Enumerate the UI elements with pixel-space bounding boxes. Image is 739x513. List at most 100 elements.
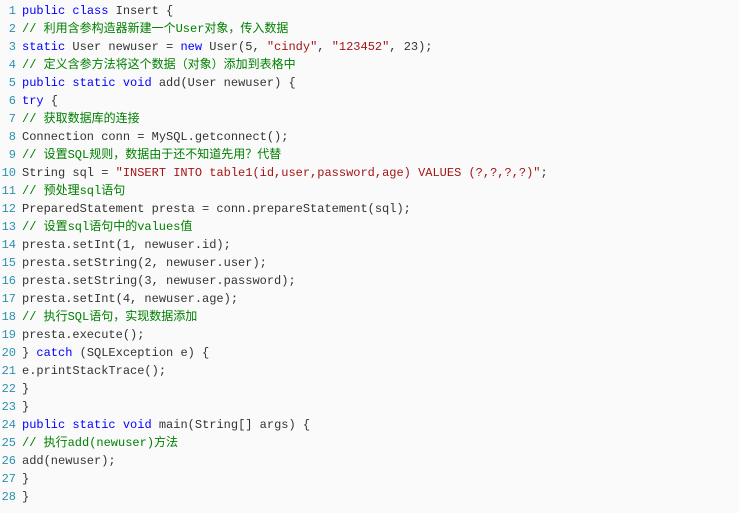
code-line: 7 // 获取数据库的连接 [0, 110, 548, 128]
line-number: 5 [0, 74, 22, 92]
token-plain: String sql = [22, 166, 116, 180]
line-content: static User newuser = new User(5, "cindy… [22, 38, 433, 56]
token-plain: } [22, 400, 29, 414]
code-line: 4 // 定义含参方法将这个数据（对象）添加到表格中 [0, 56, 548, 74]
line-content: } [22, 398, 29, 416]
code-line: 1 public class Insert { [0, 2, 548, 20]
token-plain: User(5, [202, 40, 267, 54]
code-line: 23 } [0, 398, 548, 416]
code-line: 5 public static void add(User newuser) { [0, 74, 548, 92]
token-comment: // 设置SQL规则，数据由于还不知道先用？代替 [22, 148, 281, 162]
token-plain: add(User newuser) { [152, 76, 296, 90]
token-kw: static [22, 40, 65, 54]
token-plain: presta.setString(3, newuser.password); [22, 274, 296, 288]
code-line: 27 } [0, 470, 548, 488]
token-string: "cindy" [267, 40, 317, 54]
code-line: 14 presta.setInt(1, newuser.id); [0, 236, 548, 254]
line-number: 9 [0, 146, 22, 164]
token-plain: add(newuser); [22, 454, 116, 468]
token-plain: presta.setInt(1, newuser.id); [22, 238, 231, 252]
line-content: } [22, 380, 29, 398]
token-kw: static [72, 418, 115, 432]
line-number: 15 [0, 254, 22, 272]
line-number: 14 [0, 236, 22, 254]
line-number: 6 [0, 92, 22, 110]
token-kw: void [123, 76, 152, 90]
token-plain: } [22, 346, 36, 360]
token-comment: // 执行SQL语句，实现数据添加 [22, 310, 197, 324]
line-number: 8 [0, 128, 22, 146]
line-number: 3 [0, 38, 22, 56]
code-lines: 1 public class Insert {2 // 利用含参构造器新建一个U… [0, 2, 548, 506]
token-kw: void [123, 418, 152, 432]
line-number: 10 [0, 164, 22, 182]
line-content: public class Insert { [22, 2, 173, 20]
code-line: 15 presta.setString(2, newuser.user); [0, 254, 548, 272]
token-comment: // 利用含参构造器新建一个User对象，传入数据 [22, 22, 288, 36]
line-number: 7 [0, 110, 22, 128]
code-line: 20 } catch (SQLException e) { [0, 344, 548, 362]
token-plain [116, 76, 123, 90]
code-line: 28 } [0, 488, 548, 506]
token-plain: } [22, 490, 29, 504]
code-line: 11 // 预处理sql语句 [0, 182, 548, 200]
line-number: 12 [0, 200, 22, 218]
line-content: // 定义含参方法将这个数据（对象）添加到表格中 [22, 56, 296, 74]
code-line: 8 Connection conn = MySQL.getconnect(); [0, 128, 548, 146]
line-number: 27 [0, 470, 22, 488]
code-line: 10 String sql = "INSERT INTO table1(id,u… [0, 164, 548, 182]
line-number: 11 [0, 182, 22, 200]
token-plain: } [22, 472, 29, 486]
line-number: 1 [0, 2, 22, 20]
token-plain: } [22, 382, 29, 396]
token-plain: presta.execute(); [22, 328, 144, 342]
token-plain: Insert { [108, 4, 173, 18]
code-line: 22 } [0, 380, 548, 398]
token-string: "123452" [332, 40, 390, 54]
token-plain [116, 418, 123, 432]
line-number: 19 [0, 326, 22, 344]
code-line: 17 presta.setInt(4, newuser.age); [0, 290, 548, 308]
line-number: 16 [0, 272, 22, 290]
token-plain: presta.setInt(4, newuser.age); [22, 292, 238, 306]
token-kw: try [22, 94, 44, 108]
line-number: 21 [0, 362, 22, 380]
code-line: 3 static User newuser = new User(5, "cin… [0, 38, 548, 56]
line-content: presta.setString(3, newuser.password); [22, 272, 296, 290]
token-kw: catch [36, 346, 72, 360]
line-number: 2 [0, 20, 22, 38]
line-number: 28 [0, 488, 22, 506]
token-kw: class [72, 4, 108, 18]
line-content: presta.execute(); [22, 326, 144, 344]
token-plain: ; [541, 166, 548, 180]
line-number: 25 [0, 434, 22, 452]
line-number: 17 [0, 290, 22, 308]
token-comment: // 获取数据库的连接 [22, 112, 140, 126]
line-content: } catch (SQLException e) { [22, 344, 209, 362]
code-block: 1 public class Insert {2 // 利用含参构造器新建一个U… [0, 2, 739, 506]
line-number: 22 [0, 380, 22, 398]
line-content: // 获取数据库的连接 [22, 110, 140, 128]
token-comment: // 执行add(newuser)方法 [22, 436, 178, 450]
line-content: // 预处理sql语句 [22, 182, 125, 200]
code-line: 24 public static void main(String[] args… [0, 416, 548, 434]
code-line: 25 // 执行add(newuser)方法 [0, 434, 548, 452]
line-content: // 设置sql语句中的values值 [22, 218, 192, 236]
token-plain: (SQLException e) { [72, 346, 209, 360]
token-plain: PreparedStatement presta = conn.prepareS… [22, 202, 411, 216]
token-kw: static [72, 76, 115, 90]
line-content: presta.setInt(4, newuser.age); [22, 290, 238, 308]
token-plain: User newuser = [65, 40, 180, 54]
token-plain: main(String[] args) { [152, 418, 310, 432]
code-line: 26 add(newuser); [0, 452, 548, 470]
token-kw: new [180, 40, 202, 54]
line-content: } [22, 488, 29, 506]
token-kw: public [22, 418, 65, 432]
line-number: 13 [0, 218, 22, 236]
code-line: 19 presta.execute(); [0, 326, 548, 344]
token-string: "INSERT INTO table1(id,user,password,age… [116, 166, 541, 180]
token-plain: e.printStackTrace(); [22, 364, 166, 378]
token-kw: public [22, 76, 65, 90]
line-content: presta.setInt(1, newuser.id); [22, 236, 231, 254]
token-plain: Connection conn = MySQL.getconnect(); [22, 130, 288, 144]
